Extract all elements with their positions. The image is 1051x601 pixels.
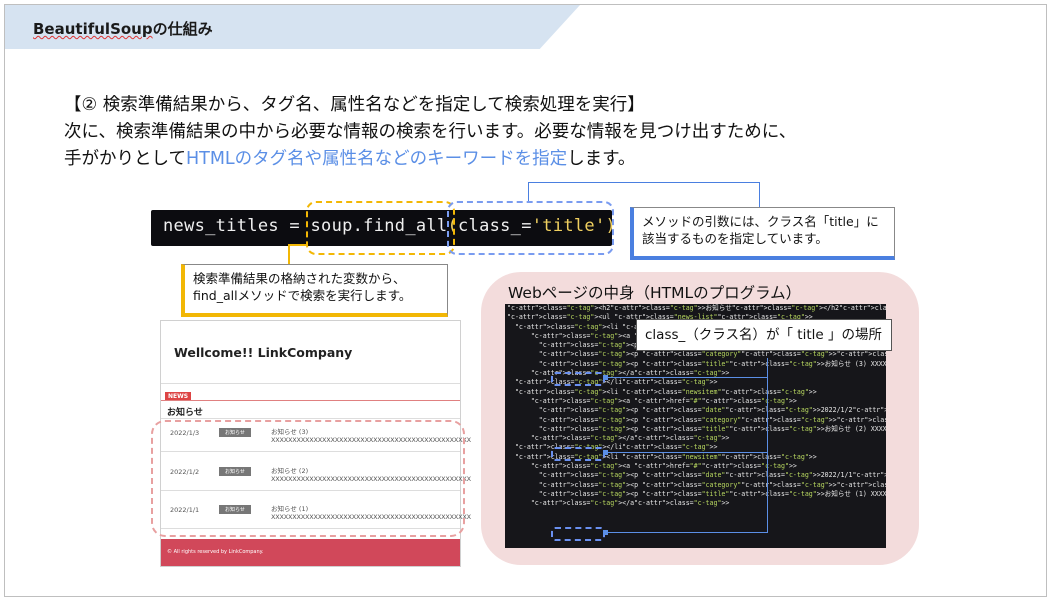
body-line-2: 次に、検索準備結果の中から必要な情報の検索を行います。必要な情報を見つけ出すため…	[64, 122, 797, 142]
title-library-name: BeautifulSoup	[33, 20, 153, 38]
find-all-highlight	[306, 201, 455, 255]
mock-brand: Wellcome!! LinkCompany	[174, 345, 353, 360]
source-line: "c-attr">class="c-tag"><li "c-attr">clas…	[514, 387, 817, 396]
source-line: "c-attr">class="c-tag"><p "c-attr">class…	[538, 359, 886, 368]
connector-line	[605, 377, 767, 378]
source-line: "c-attr">class="c-tag"><p "c-attr">class…	[538, 424, 886, 433]
method-arg-line-1: メソッドの引数には、クラス名「title」に	[642, 214, 879, 229]
footer-text: © All rights reserved by LinkCompany.	[167, 549, 264, 555]
source-line: "c-attr">class="c-tag"></a"c-attr">class…	[530, 369, 730, 378]
source-line: "c-attr">class="c-tag"><p "c-attr">class…	[538, 406, 886, 415]
source-line: "c-attr">class="c-tag"><p "c-attr">class…	[538, 471, 886, 480]
title-class-marker	[551, 372, 605, 386]
connector-line	[528, 182, 529, 201]
connector-line	[288, 244, 290, 264]
method-arg-line-2: 該当するものを指定しています。	[642, 231, 828, 246]
connector-line	[288, 244, 308, 246]
method-arg-callout: メソッドの引数には、クラス名「title」に 該当するものを指定しています。	[630, 207, 895, 260]
variable-callout-line-2: find_allメソッドで検索を実行します。	[193, 288, 412, 303]
connector-node	[603, 530, 608, 535]
body-highlight: HTMLのタグ名や属性名などのキーワードを指定	[185, 149, 568, 169]
source-line: "c-attr">class="c-tag"></li"c-attr">clas…	[514, 443, 718, 452]
body-line-3: 手がかりとしてHTMLのタグ名や属性名などのキーワードを指定します。	[64, 146, 964, 173]
body-line-3-pre: 手がかりとして	[64, 149, 186, 169]
news-list-highlight	[151, 420, 465, 537]
connector-node	[603, 375, 608, 380]
source-line: "c-attr">class="c-tag"><h2"c-attr">class…	[507, 304, 886, 312]
source-line: "c-attr">class="c-tag"><a "c-attr">href=…	[530, 462, 797, 471]
connector-line	[528, 182, 760, 183]
class-location-text: class_（クラス名）が「 title 」の場所	[645, 327, 882, 343]
class-location-callout: class_（クラス名）が「 title 」の場所	[636, 319, 892, 351]
source-line: "c-attr">class="c-tag"><a "c-attr">href=…	[530, 396, 797, 405]
divider	[161, 383, 460, 384]
source-line: "c-attr">class="c-tag"></a"c-attr">class…	[530, 499, 730, 508]
source-line: "c-attr">class="c-tag"><p "c-attr">class…	[538, 415, 886, 424]
class-arg-highlight	[447, 201, 614, 255]
body-text: 【② 検索準備結果から、タグ名、属性名などを指定して検索処理を実行】 次に、検索…	[64, 92, 964, 173]
divider	[161, 400, 460, 401]
body-line-3-post: します。	[567, 149, 636, 169]
source-line: "c-attr">class="c-tag"></li"c-attr">clas…	[514, 378, 718, 387]
source-line: "c-attr">class="c-tag"><p "c-attr">class…	[538, 350, 886, 359]
body-line-1: 【② 検索準備結果から、タグ名、属性名などを指定して検索処理を実行】	[64, 95, 645, 115]
slide-title: BeautifulSoupの仕組み	[33, 18, 213, 39]
code-variable: news_titles	[163, 216, 290, 236]
mock-footer: © All rights reserved by LinkCompany.	[161, 539, 460, 566]
connector-line	[767, 358, 768, 533]
source-line: "c-attr">class="c-tag"><p "c-attr">class…	[538, 489, 886, 498]
connector-line	[605, 452, 767, 453]
variable-callout: 検索準備結果の格納された変数から、 find_allメソッドで検索を実行します。	[181, 264, 448, 317]
title-suffix: の仕組み	[152, 20, 213, 38]
source-line: "c-attr">class="c-tag"><p "c-attr">class…	[538, 480, 886, 489]
title-class-marker	[551, 527, 605, 541]
connector-node	[603, 450, 608, 455]
news-heading: お知らせ	[167, 408, 203, 418]
source-line: "c-attr">class="c-tag"></a"c-attr">class…	[530, 434, 730, 443]
connector-line	[759, 182, 760, 207]
connector-line	[605, 532, 767, 533]
title-class-marker	[551, 447, 605, 461]
bubble-title: Webページの中身（HTMLのプログラム）	[508, 284, 802, 302]
variable-callout-line-1: 検索準備結果の格納された変数から、	[193, 271, 406, 286]
